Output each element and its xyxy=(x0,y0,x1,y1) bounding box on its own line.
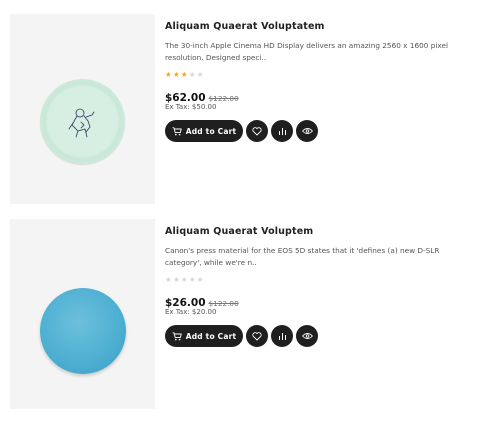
add-to-cart-button[interactable]: Add to Cart xyxy=(165,120,243,142)
star-empty-icon: ★ xyxy=(165,275,173,284)
compare-icon xyxy=(278,127,286,135)
wishlist-button[interactable] xyxy=(246,325,268,347)
mint-plate-image xyxy=(40,79,125,164)
tax-info: Ex Tax: $50.00 xyxy=(165,103,217,111)
sketch-figure xyxy=(68,108,95,138)
star-filled-icon: ★ xyxy=(180,70,189,79)
old-price: $122.00 xyxy=(208,299,239,308)
product-image[interactable] xyxy=(10,219,155,409)
star-filled-icon: ★ xyxy=(165,70,173,79)
compare-icon xyxy=(278,332,286,340)
star-empty-icon: ★ xyxy=(196,275,205,284)
quick-view-button[interactable] xyxy=(296,120,318,142)
product-info: Aliquam Quaerat Voluptatem The 30-inch A… xyxy=(165,14,495,143)
star-empty-icon: ★ xyxy=(196,70,205,79)
product-actions: Add to Cart xyxy=(165,119,495,143)
price-row: $26.00 $122.00 xyxy=(165,291,495,309)
star-empty-icon: ★ xyxy=(180,275,189,284)
product-description: Canon's press material for the EOS 5D st… xyxy=(165,246,440,267)
star-filled-icon: ★ xyxy=(172,70,181,79)
add-to-cart-label: Add to Cart xyxy=(185,126,237,136)
blue-plate-image xyxy=(40,288,126,374)
compare-button[interactable] xyxy=(271,325,293,347)
product-actions: Add to Cart xyxy=(165,324,495,348)
eye-icon xyxy=(301,127,313,135)
old-price: $122.00 xyxy=(208,94,239,103)
product-title[interactable]: Aliquam Quaerat Voluptem xyxy=(165,226,495,239)
eye-icon xyxy=(301,332,313,340)
add-to-cart-label: Add to Cart xyxy=(185,331,237,341)
star-empty-icon: ★ xyxy=(172,275,181,284)
price-row: $62.00 $122.00 xyxy=(165,86,495,104)
cart-icon xyxy=(172,126,182,136)
star-empty-icon: ★ xyxy=(188,275,197,284)
compare-button[interactable] xyxy=(271,120,293,142)
wishlist-button[interactable] xyxy=(246,120,268,142)
cart-icon xyxy=(172,331,182,341)
product-item: Aliquam Quaerat Voluptem Canon's press m… xyxy=(10,219,500,409)
product-image[interactable] xyxy=(10,14,155,204)
rating-stars: ★★★★★ xyxy=(165,276,495,284)
star-empty-icon: ★ xyxy=(188,70,197,79)
product-info: Aliquam Quaerat Voluptem Canon's press m… xyxy=(165,219,495,348)
product-list: Aliquam Quaerat Voluptatem The 30-inch A… xyxy=(0,0,504,421)
add-to-cart-button[interactable]: Add to Cart xyxy=(165,325,243,347)
rating-stars: ★★★★★ xyxy=(165,71,495,79)
heart-icon xyxy=(252,126,262,135)
product-item: Aliquam Quaerat Voluptatem The 30-inch A… xyxy=(10,14,500,204)
quick-view-button[interactable] xyxy=(296,325,318,347)
product-title[interactable]: Aliquam Quaerat Voluptatem xyxy=(165,21,495,34)
tax-info: Ex Tax: $20.00 xyxy=(165,308,217,316)
heart-icon xyxy=(252,331,262,340)
product-description: The 30-inch Apple Cinema HD Display deli… xyxy=(165,41,448,62)
